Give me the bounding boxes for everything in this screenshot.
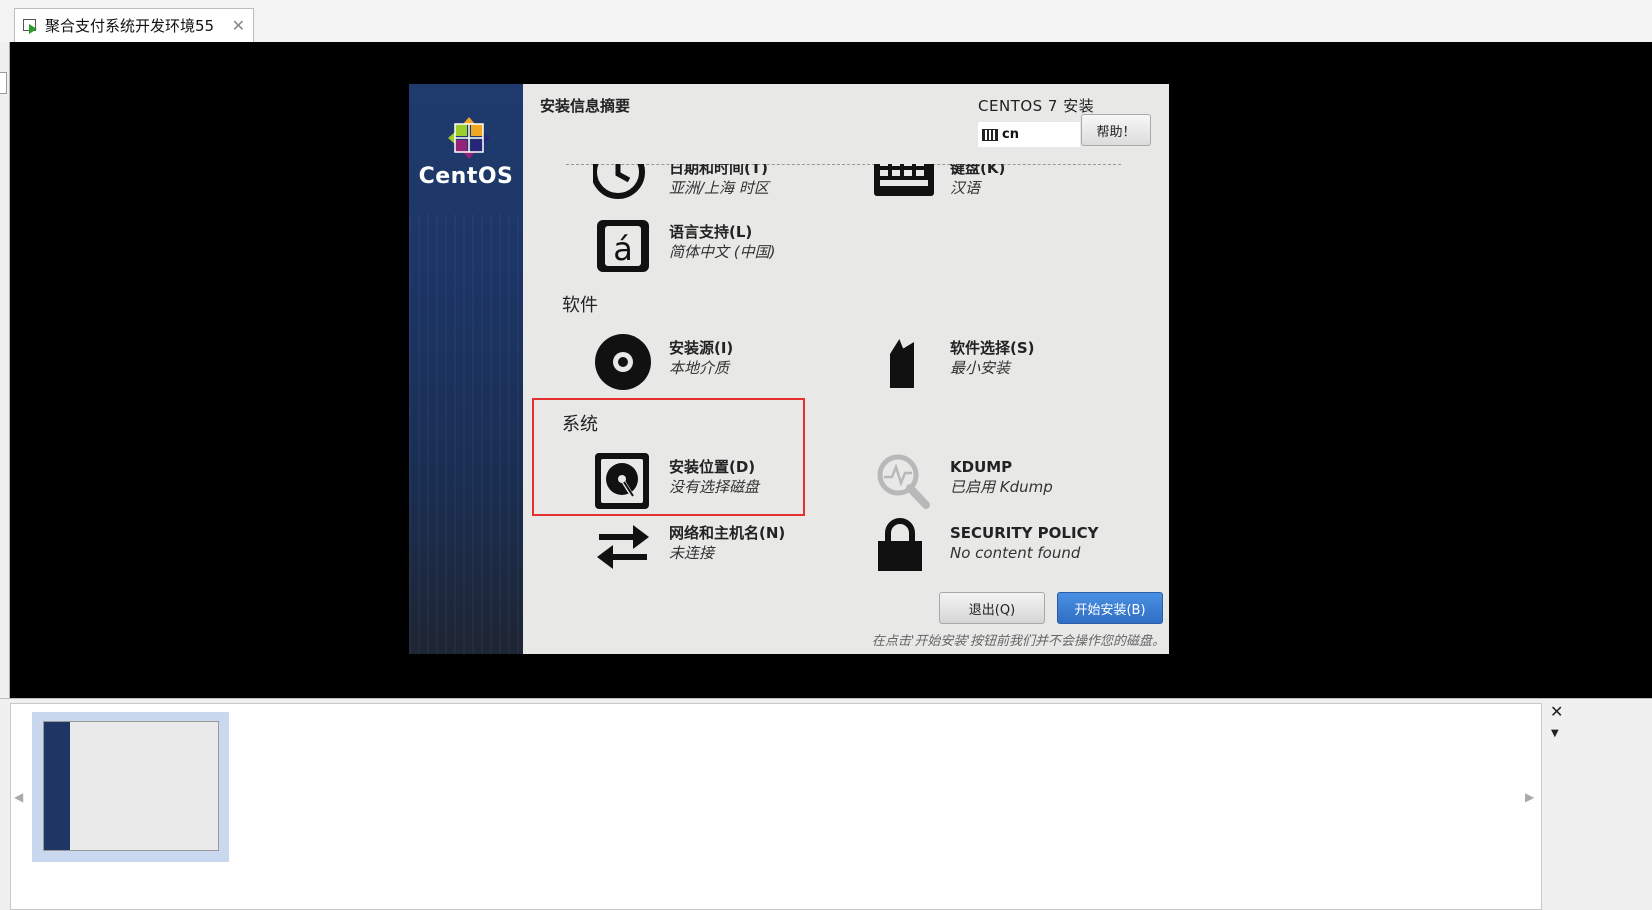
spoke-network-title: 网络和主机名(N) bbox=[669, 524, 786, 542]
help-button[interactable]: 帮助！ bbox=[1081, 114, 1151, 146]
lock-icon bbox=[878, 518, 922, 571]
spoke-datetime[interactable]: 日期和时间(T) 亚洲/上海 时区 bbox=[593, 164, 769, 212]
thumbnail-panel bbox=[0, 698, 1652, 910]
section-software: 软件 bbox=[562, 295, 598, 316]
clock-icon bbox=[593, 164, 645, 199]
language-icon: á bbox=[597, 220, 649, 272]
keyboard-layout-indicator[interactable]: cn bbox=[978, 122, 1080, 147]
vm-tab[interactable]: 聚合支付系统开发环境55 ✕ bbox=[14, 8, 254, 42]
spoke-install-source[interactable]: 安装源(I) 本地介质 bbox=[593, 332, 733, 392]
panel-menu-icon[interactable]: ▼ bbox=[1551, 728, 1559, 739]
quit-button[interactable]: 退出(Q) bbox=[939, 592, 1045, 624]
disc-icon bbox=[595, 334, 651, 390]
spoke-software-selection-title: 软件选择(S) bbox=[950, 339, 1035, 357]
highlight-annotation bbox=[532, 398, 805, 516]
scroll-right-icon[interactable]: ▶ bbox=[1525, 790, 1534, 804]
spoke-language[interactable]: á 语言支持(L) 简体中文 (中国) bbox=[593, 216, 775, 276]
product-title: CENTOS 7 安装 bbox=[978, 97, 1095, 115]
vm-tab-title: 聚合支付系统开发环境55 bbox=[45, 17, 215, 35]
close-panel-icon[interactable]: ✕ bbox=[1550, 702, 1563, 721]
close-tab-icon[interactable]: ✕ bbox=[232, 16, 245, 35]
spokes-region[interactable]: 日期和时间(T) 亚洲/上海 时区 键盘(K) 汉语 á 语言支持(L) 简体中… bbox=[523, 164, 1169, 584]
left-edge-handle[interactable] bbox=[0, 72, 7, 94]
installer-sidebar: CentOS bbox=[409, 84, 529, 654]
spoke-kdump-title: KDUMP bbox=[950, 458, 1013, 476]
spoke-security-policy[interactable]: SECURITY POLICY No content found bbox=[874, 517, 1098, 577]
begin-installation-button[interactable]: 开始安装(B) bbox=[1057, 592, 1163, 624]
spoke-software-selection[interactable]: 软件选择(S) 最小安装 bbox=[874, 332, 1035, 392]
spoke-keyboard-status: 汉语 bbox=[950, 179, 981, 197]
spoke-datetime-status: 亚洲/上海 时区 bbox=[669, 179, 769, 197]
spoke-install-source-status: 本地介质 bbox=[669, 359, 730, 377]
centos-logo-icon bbox=[448, 117, 490, 159]
thumbnail-installer-preview bbox=[44, 722, 218, 850]
disk-warning-note: 在点击'开始安装'按钮前我们并不会操作您的磁盘。 bbox=[871, 634, 1165, 649]
keyboard-layout-value: cn bbox=[1002, 127, 1019, 142]
keyboard-icon bbox=[982, 128, 998, 141]
svg-text:á: á bbox=[613, 230, 633, 268]
page-title: 安装信息摘要 bbox=[540, 97, 631, 115]
spoke-language-status: 简体中文 (中国) bbox=[669, 243, 776, 261]
keyboard-large-icon bbox=[874, 164, 934, 196]
spoke-language-title: 语言支持(L) bbox=[669, 223, 753, 241]
vm-thumbnail[interactable] bbox=[32, 712, 229, 862]
spoke-kdump[interactable]: KDUMP 已启用 Kdump bbox=[874, 451, 1053, 511]
installer-window: CentOS 安装信息摘要 CENTOS 7 安装 cn 帮助！ 日期和时间(T… bbox=[409, 84, 1169, 654]
magnifier-icon bbox=[877, 454, 930, 509]
scroll-left-icon[interactable]: ◀ bbox=[14, 790, 23, 804]
left-edge-panel bbox=[0, 42, 10, 734]
spoke-kdump-status: 已启用 Kdump bbox=[950, 478, 1053, 496]
spoke-network[interactable]: 网络和主机名(N) 未连接 bbox=[593, 517, 785, 577]
spoke-keyboard-title: 键盘(K) bbox=[950, 164, 1006, 177]
spoke-software-selection-status: 最小安装 bbox=[950, 359, 1011, 377]
vm-icon bbox=[23, 18, 39, 34]
sidebar-pattern bbox=[409, 214, 529, 654]
spoke-datetime-title: 日期和时间(T) bbox=[669, 164, 768, 177]
centos-logo-text: CentOS bbox=[418, 164, 514, 189]
spoke-security-policy-status: No content found bbox=[950, 544, 1081, 562]
spoke-network-status: 未连接 bbox=[669, 544, 715, 562]
tab-bar: 聚合支付系统开发环境55 ✕ bbox=[0, 0, 1652, 43]
thumbnail-sidebar bbox=[44, 722, 70, 850]
network-arrows-icon bbox=[597, 525, 649, 569]
spoke-keyboard[interactable]: 键盘(K) 汉语 bbox=[874, 164, 1005, 212]
spoke-install-source-title: 安装源(I) bbox=[669, 339, 734, 357]
package-icon bbox=[890, 337, 914, 388]
thumbnail-strip bbox=[10, 703, 1542, 910]
spoke-security-policy-title: SECURITY POLICY bbox=[950, 524, 1099, 542]
